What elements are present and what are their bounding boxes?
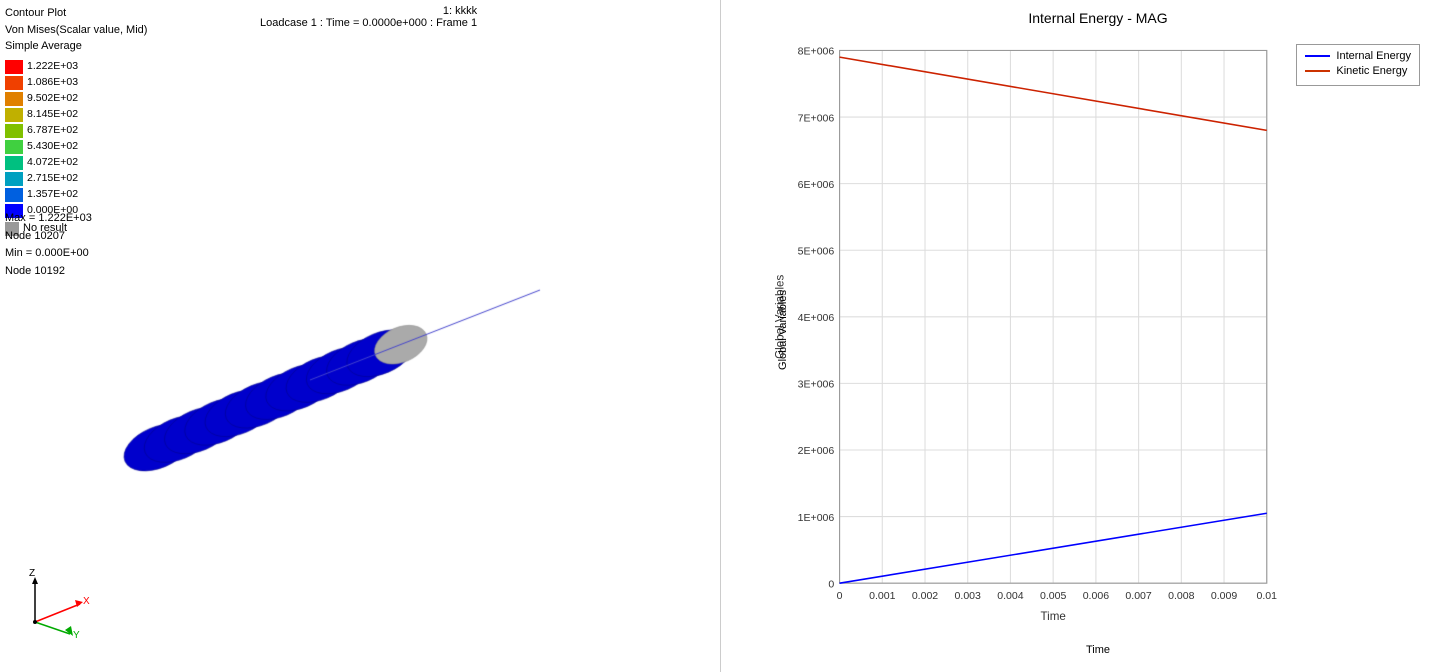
left-panel: Contour Plot Von Mises(Scalar value, Mid…	[0, 0, 720, 672]
chart-legend: Internal Energy Kinetic Energy	[1296, 44, 1420, 86]
chart-area: Global Variables Time 0 1E+006 2E+006 3E+00…	[771, 34, 1425, 626]
legend-row: 4.072E+02	[5, 155, 147, 171]
legend-row: 6.787E+02	[5, 123, 147, 139]
svg-text:4E+006: 4E+006	[798, 312, 835, 324]
legend-row: 5.430E+02	[5, 139, 147, 155]
legend-item-kinetic: Kinetic Energy	[1305, 65, 1411, 77]
svg-text:0.005: 0.005	[1040, 590, 1066, 602]
legend-swatch	[5, 76, 23, 90]
legend-row: 1.357E+02	[5, 187, 147, 203]
simple-average-label: Simple Average	[5, 38, 147, 55]
legend-swatch	[5, 108, 23, 122]
legend-value: 9.502E+02	[27, 91, 78, 107]
legend-value: 1.357E+02	[27, 187, 78, 203]
svg-text:Z: Z	[29, 568, 35, 579]
svg-text:0.002: 0.002	[912, 590, 938, 602]
svg-text:Y: Y	[73, 630, 80, 641]
svg-text:1E+006: 1E+006	[798, 512, 835, 524]
legend-row: 1.086E+03	[5, 75, 147, 91]
axes-indicator: Z Y X	[15, 562, 95, 642]
svg-text:0.001: 0.001	[869, 590, 895, 602]
legend-value: 1.086E+03	[27, 75, 78, 91]
svg-text:0.008: 0.008	[1168, 590, 1194, 602]
loadcase-detail: Loadcase 1 : Time = 0.0000e+000 : Frame …	[260, 17, 477, 29]
svg-text:0.009: 0.009	[1211, 590, 1237, 602]
legend-swatch	[5, 188, 23, 202]
von-mises-label: Von Mises(Scalar value, Mid)	[5, 22, 147, 39]
node-min: Node 10192	[5, 263, 92, 281]
legend-swatch	[5, 172, 23, 186]
x-axis-label: Time	[1086, 644, 1110, 656]
legend-value: 5.430E+02	[27, 139, 78, 155]
chart-svg: 0 1E+006 2E+006 3E+006 4E+006 5E+006 6E+006 7E+…	[771, 34, 1425, 626]
svg-text:X: X	[83, 596, 90, 607]
legend-swatch	[5, 60, 23, 74]
legend-row: 9.502E+02	[5, 91, 147, 107]
legend-value: 2.715E+02	[27, 171, 78, 187]
svg-text:7E+006: 7E+006	[798, 112, 835, 124]
svg-text:2E+006: 2E+006	[798, 445, 835, 457]
color-legend: 1.222E+031.086E+039.502E+028.145E+026.78…	[5, 59, 147, 219]
svg-text:5E+006: 5E+006	[798, 245, 835, 257]
svg-text:6E+006: 6E+006	[798, 179, 835, 191]
stats-info: Max = 1.222E+03 Node 10207 Min = 0.000E+…	[5, 210, 92, 280]
legend-value: 1.222E+03	[27, 59, 78, 75]
svg-text:0.006: 0.006	[1083, 590, 1109, 602]
svg-text:3E+006: 3E+006	[798, 379, 835, 391]
svg-text:0: 0	[828, 578, 834, 590]
max-value: Max = 1.222E+03	[5, 210, 92, 228]
svg-text:0: 0	[837, 590, 843, 602]
kinetic-energy-legend-label: Kinetic Energy	[1336, 65, 1407, 77]
internal-energy-line-icon	[1305, 55, 1330, 57]
node-max: Node 10207	[5, 228, 92, 246]
legend-value: 6.787E+02	[27, 123, 78, 139]
right-panel: Internal Energy - MAG Global Variables T…	[720, 0, 1440, 672]
legend-row: 2.715E+02	[5, 171, 147, 187]
legend-row: 1.222E+03	[5, 59, 147, 75]
chart-title: Internal Energy - MAG	[771, 10, 1425, 26]
legend-swatch	[5, 124, 23, 138]
svg-text:0.003: 0.003	[955, 590, 981, 602]
legend-swatch	[5, 156, 23, 170]
svg-text:Time: Time	[1040, 610, 1065, 623]
contour-plot-label: Contour Plot	[5, 5, 147, 22]
legend-value: 8.145E+02	[27, 107, 78, 123]
loadcase-label: 1: kkkk	[260, 5, 477, 17]
kinetic-energy-line-icon	[1305, 70, 1330, 72]
svg-text:8E+006: 8E+006	[798, 46, 835, 58]
min-value: Min = 0.000E+00	[5, 245, 92, 263]
contour-info: Contour Plot Von Mises(Scalar value, Mid…	[5, 5, 147, 237]
legend-row: 8.145E+02	[5, 107, 147, 123]
y-axis-label: Global Variables	[777, 290, 789, 370]
loadcase-info: 1: kkkk Loadcase 1 : Time = 0.0000e+000 …	[260, 5, 477, 29]
legend-swatch	[5, 92, 23, 106]
svg-text:0.004: 0.004	[997, 590, 1023, 602]
svg-text:0.007: 0.007	[1125, 590, 1151, 602]
chart-container: Internal Energy - MAG Global Variables T…	[771, 10, 1425, 627]
legend-value: 4.072E+02	[27, 155, 78, 171]
legend-swatch	[5, 140, 23, 154]
svg-text:0.01: 0.01	[1257, 590, 1278, 602]
internal-energy-legend-label: Internal Energy	[1336, 50, 1411, 62]
legend-item-internal: Internal Energy	[1305, 50, 1411, 62]
